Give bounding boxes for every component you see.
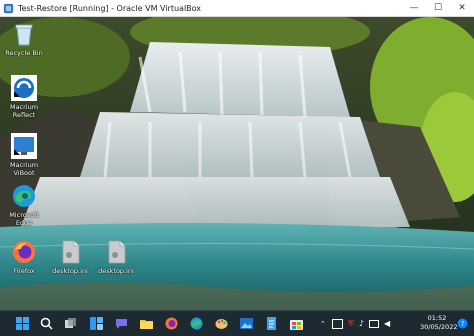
start-button[interactable] (14, 315, 30, 331)
edge-icon (13, 185, 35, 207)
file-icon (62, 240, 80, 264)
window-title: Test-Restore [Running] - Oracle VM Virtu… (18, 3, 202, 13)
svg-text:?: ? (460, 320, 464, 328)
desktop-icon-label: Macrium Reflect (9, 103, 39, 119)
taskbar-photos[interactable] (238, 315, 254, 331)
desktop-icon-label: Firefox (13, 267, 35, 275)
macrium-viboot-icon (11, 133, 37, 159)
chat-button[interactable] (113, 315, 129, 331)
recycle-bin-icon (15, 24, 33, 46)
minimize-button[interactable]: — (402, 0, 426, 16)
desktop-icon-recycle-bin[interactable]: Recycle Bin (2, 21, 46, 57)
firefox-icon (165, 317, 177, 329)
paint-icon (215, 318, 227, 329)
desktop-icon-label: Macrium ViBoot (9, 161, 39, 177)
speaker-icon[interactable]: ◀ (384, 319, 390, 328)
shield-icon[interactable]: ⛨ (348, 319, 354, 329)
desktop[interactable]: Recycle Bin Macrium Reflect Macrium ViBo… (0, 17, 474, 310)
desktop-icon-label: Recycle Bin (5, 49, 43, 57)
desktop-icon-label: desktop.ini (52, 267, 88, 275)
edge-icon (190, 317, 202, 329)
desktop-icon-label: desktop.ini (98, 267, 134, 275)
file-explorer-button[interactable] (138, 315, 154, 331)
search-icon (40, 317, 53, 330)
taskbar: ⌃ ⛨ ♪ ◀ 01:52 30/05/2022 ? (0, 310, 474, 336)
notification-icon: ? (457, 318, 467, 328)
network-icon[interactable] (331, 318, 343, 329)
search-button[interactable] (38, 315, 54, 331)
desktop-icon-firefox[interactable]: Firefox (2, 239, 46, 275)
volume-icon[interactable]: ♪ (359, 319, 364, 328)
chat-icon (115, 318, 127, 329)
desktop-icon-macrium-reflect[interactable]: Macrium Reflect (2, 75, 46, 119)
taskbar-paint[interactable] (213, 315, 229, 331)
desktop-icon-microsoft-edge[interactable]: Microsoft Edge (2, 183, 46, 227)
desktop-icon-desktop-ini-1[interactable]: desktop.ini (48, 239, 92, 275)
macrium-reflect-icon (11, 75, 37, 101)
task-view-icon (64, 317, 76, 328)
close-button[interactable]: ✕ (450, 0, 474, 16)
file-icon (108, 240, 126, 264)
chevron-up-icon[interactable]: ⌃ (320, 320, 326, 328)
clock-time: 01:52 (427, 314, 447, 322)
task-view-button[interactable] (62, 315, 78, 331)
start-icon (15, 316, 29, 330)
taskbar-edge[interactable] (188, 315, 204, 331)
taskbar-notepad[interactable] (263, 315, 279, 331)
clock-date: 30/05/2022 (420, 323, 458, 331)
store-icon (289, 319, 303, 330)
display-icon[interactable] (368, 319, 379, 328)
notepad-icon (266, 316, 276, 330)
clock[interactable]: 01:52 30/05/2022 (420, 314, 458, 332)
virtualbox-icon (3, 3, 14, 13)
taskbar-store[interactable] (288, 315, 304, 331)
system-tray: ⌃ ⛨ ♪ ◀ (320, 311, 390, 336)
taskbar-firefox[interactable] (163, 315, 179, 331)
desktop-icon-label: Microsoft Edge (9, 211, 39, 227)
file-explorer-icon (139, 319, 153, 329)
firefox-icon (13, 241, 35, 263)
widgets-icon (89, 316, 103, 330)
maximize-button[interactable]: ☐ (426, 0, 450, 16)
widgets-button[interactable] (88, 315, 104, 331)
photos-icon (239, 317, 253, 329)
notification-button[interactable]: ? (455, 316, 469, 330)
desktop-icon-desktop-ini-2[interactable]: desktop.ini (94, 239, 138, 275)
desktop-icon-macrium-viboot[interactable]: Macrium ViBoot (2, 133, 46, 177)
